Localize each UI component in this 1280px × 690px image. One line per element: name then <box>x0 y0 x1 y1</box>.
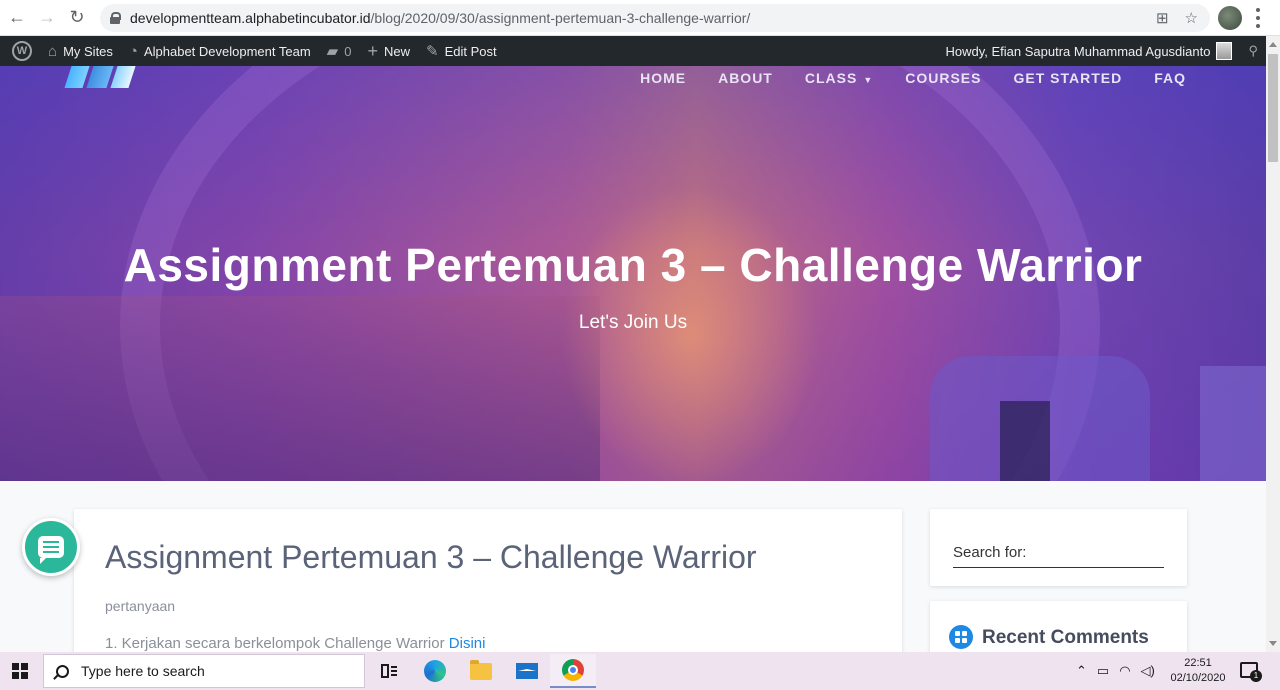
edit-post-label: Edit Post <box>444 43 497 59</box>
system-tray: ⌃ ▭ ◠ ◁) <box>1076 652 1155 690</box>
windows-taskbar: Type here to search ⌃ ▭ ◠ ◁) 22:51 02/10… <box>0 652 1280 690</box>
browser-toolbar: ← → ↻ developmentteam.alphabetincubator.… <box>0 0 1280 36</box>
nav-courses[interactable]: COURSES <box>905 70 981 86</box>
site-logo[interactable] <box>64 66 136 90</box>
url-host: developmentteam.alphabetincubator.id <box>130 10 371 26</box>
battery-icon[interactable]: ▭ <box>1097 663 1109 679</box>
taskbar-search-box[interactable]: Type here to search <box>43 654 365 688</box>
search-widget: Search for: <box>930 509 1187 586</box>
notification-badge: 1 <box>1250 670 1262 682</box>
plus-icon: + <box>367 40 378 61</box>
forward-icon[interactable]: → <box>34 5 60 31</box>
volume-icon[interactable]: ◁) <box>1141 663 1155 679</box>
nav-faq[interactable]: FAQ <box>1154 70 1186 86</box>
lock-icon[interactable] <box>110 12 121 24</box>
post-link-disini[interactable]: Disini <box>449 635 486 652</box>
nav-about[interactable]: ABOUT <box>718 70 773 86</box>
nav-class-label: CLASS <box>804 70 858 86</box>
howdy-label: Howdy, Efian Saputra Muhammad Agusdianto <box>945 43 1211 59</box>
page-scrollbar[interactable] <box>1266 36 1280 652</box>
clock-date: 02/10/2020 <box>1170 672 1226 684</box>
post-card: Assignment Pertemuan 3 – Challenge Warri… <box>74 509 902 659</box>
profile-avatar-icon[interactable] <box>1218 6 1242 30</box>
chat-button[interactable] <box>22 518 80 576</box>
new-content-menu[interactable]: + New <box>359 36 418 66</box>
address-bar[interactable]: developmentteam.alphabetincubator.id/blo… <box>100 4 1210 32</box>
my-sites-label: My Sites <box>63 43 113 59</box>
account-menu[interactable]: Howdy, Efian Saputra Muhammad Agusdianto <box>938 36 1241 66</box>
edge-icon[interactable] <box>412 654 458 688</box>
search-input[interactable] <box>953 567 1164 568</box>
clock-time: 22:51 <box>1184 657 1212 669</box>
comment-icon: ▰ <box>326 43 339 60</box>
chat-icon <box>38 536 64 564</box>
pencil-icon: ✎ <box>425 43 439 60</box>
recent-comments-title: Recent Comments <box>982 627 1149 648</box>
post-list-item: 1. Kerjakan secara berkelompok Challenge… <box>105 635 485 652</box>
translate-icon[interactable]: ⊞ <box>1156 9 1169 27</box>
site-name-menu[interactable]: ◔ Alphabet Development Team <box>121 36 319 66</box>
chrome-taskbar-icon[interactable] <box>550 654 596 688</box>
dashboard-icon: ◔ <box>128 42 138 60</box>
main-navigation: HOME ABOUT CLASS ▼ COURSES GET STARTED FA… <box>640 70 1186 86</box>
search-icon <box>56 664 69 678</box>
new-label: New <box>383 43 410 59</box>
comments-menu[interactable]: ▰ 0 <box>319 36 360 66</box>
hero-subtitle: Let's Join Us <box>578 312 688 333</box>
browser-menu-icon[interactable] <box>1256 8 1260 28</box>
hero-title: Assignment Pertemuan 3 – Challenge Warri… <box>123 239 1143 291</box>
mail-icon[interactable] <box>504 654 550 688</box>
nav-class[interactable]: CLASS ▼ <box>805 70 873 86</box>
taskbar-clock[interactable]: 22:51 02/10/2020 <box>1166 656 1230 686</box>
post-list-item-text: 1. Kerjakan secara berkelompok Challenge… <box>105 635 449 652</box>
user-avatar <box>1216 42 1233 60</box>
scroll-up-arrow-icon[interactable] <box>1269 42 1277 47</box>
back-icon[interactable]: ← <box>4 5 30 31</box>
wp-admin-bar: W ⌂ My Sites ◔ Alphabet Development Team… <box>0 36 1266 66</box>
site-name-label: Alphabet Development Team <box>143 43 311 59</box>
hero-banner: HOME ABOUT CLASS ▼ COURSES GET STARTED FA… <box>0 66 1266 481</box>
edit-post-link[interactable]: ✎ Edit Post <box>418 36 505 66</box>
wordpress-logo-icon[interactable]: W <box>0 36 40 66</box>
dropdown-caret-icon: ▼ <box>863 75 874 85</box>
sites-icon: ⌂ <box>48 42 58 60</box>
nav-get-started[interactable]: GET STARTED <box>1013 70 1122 86</box>
post-title: Assignment Pertemuan 3 – Challenge Warri… <box>105 539 757 575</box>
my-sites-menu[interactable]: ⌂ My Sites <box>40 36 121 66</box>
file-explorer-icon[interactable] <box>458 654 504 688</box>
comments-count: 0 <box>344 43 352 59</box>
url-path: /blog/2020/09/30/assignment-pertemuan-3-… <box>370 10 751 26</box>
reload-icon[interactable]: ↻ <box>64 5 90 31</box>
task-view-icon[interactable] <box>366 654 412 688</box>
tray-chevron-up-icon[interactable]: ⌃ <box>1076 663 1087 679</box>
bookmark-star-icon[interactable]: ☆ <box>1185 9 1198 27</box>
post-paragraph: pertanyaan <box>105 598 176 614</box>
grid-icon <box>949 625 973 649</box>
scroll-down-arrow-icon[interactable] <box>1269 641 1277 646</box>
nav-home[interactable]: HOME <box>640 70 686 86</box>
scroll-thumb[interactable] <box>1268 54 1278 162</box>
admin-search-icon[interactable]: ⚲ <box>1240 36 1266 66</box>
search-label[interactable]: Search for: <box>953 544 1026 561</box>
wifi-icon[interactable]: ◠ <box>1119 663 1130 679</box>
windows-start-icon[interactable] <box>12 663 28 679</box>
taskbar-search-placeholder: Type here to search <box>81 663 205 679</box>
